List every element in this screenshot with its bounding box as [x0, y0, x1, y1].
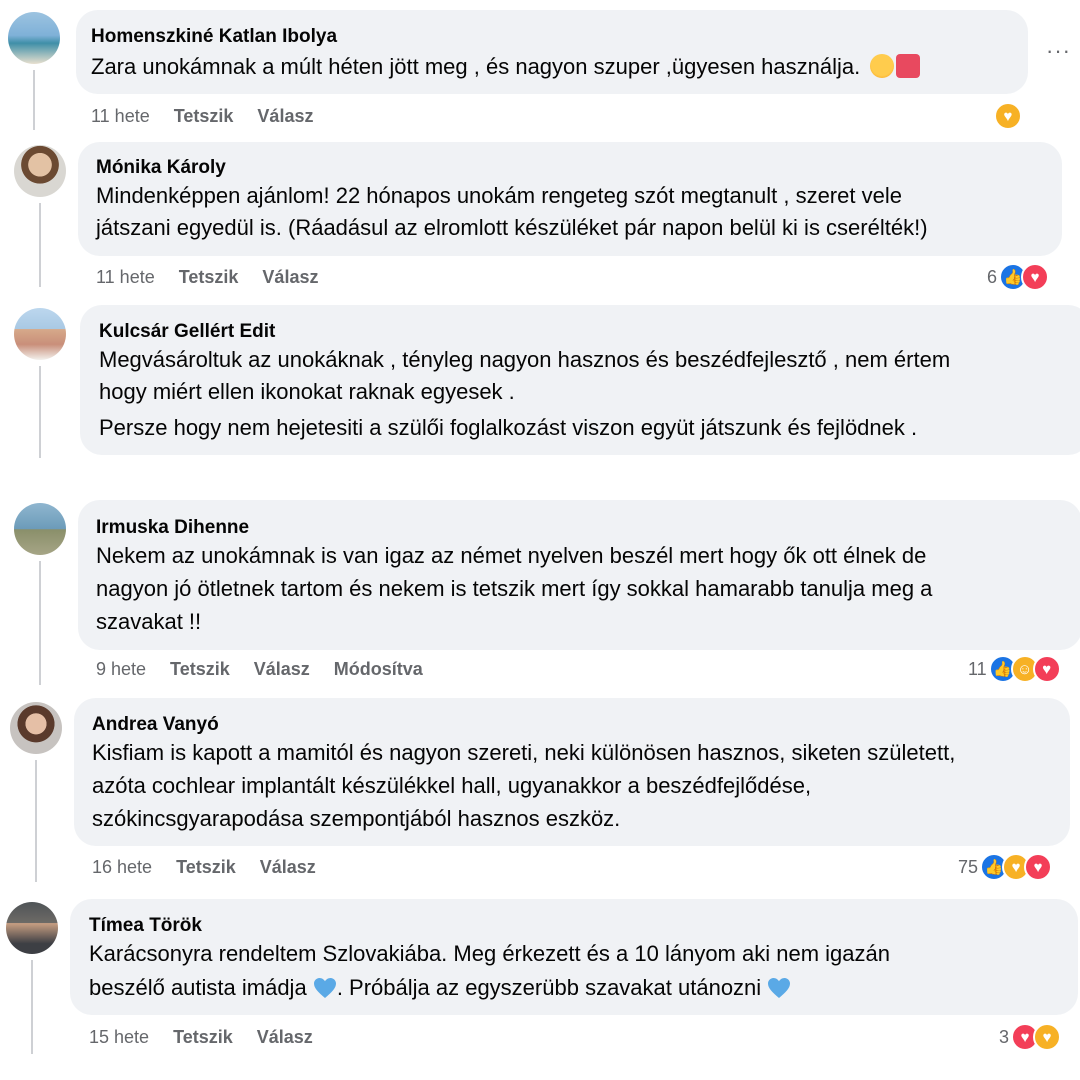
reply-button[interactable]: Válasz	[257, 1027, 313, 1047]
like-button[interactable]: Tetszik	[170, 659, 230, 679]
thread-line	[35, 760, 37, 882]
comment-text-line: Nekem az unokámnak is van igaz az német …	[96, 543, 927, 568]
blue-heart-emoji	[768, 978, 791, 998]
comment-text-line: Mindenképpen ajánlom! 22 hónapos unokám …	[96, 183, 902, 208]
comment-author[interactable]: Tímea Török	[89, 915, 202, 937]
reaction-summary[interactable]: 6 👍 ♥	[987, 262, 1050, 292]
thread-line	[31, 960, 33, 1054]
comment-text: beszélő autista imádja . Próbálja az egy…	[89, 972, 791, 1004]
avatar[interactable]	[14, 503, 66, 555]
blue-heart-emoji	[313, 978, 336, 998]
reaction-summary[interactable]: 11 👍 ☺ ♥	[968, 654, 1061, 684]
like-button[interactable]: Tetszik	[179, 267, 239, 287]
love-reaction-icon: ♥	[1024, 853, 1053, 881]
avatar[interactable]	[14, 145, 66, 197]
care-reaction-icon: ♥	[994, 102, 1022, 130]
avatar[interactable]	[8, 12, 60, 64]
reaction-count: 75	[958, 856, 979, 877]
comment-text-line: Kisfiam is kapott a mamitól és nagyon sz…	[92, 740, 956, 765]
thread-line	[39, 203, 41, 287]
comment-text-line: nagyon jó ötletnek tartom és nekem is te…	[96, 576, 933, 601]
thread-line	[39, 561, 41, 685]
comment-time[interactable]: 9 hete	[96, 659, 146, 679]
comment-text-line: . Próbálja az egyszerübb szavakat utánoz…	[336, 975, 762, 1000]
comment-author[interactable]: Kulcsár Gellért Edit	[99, 321, 275, 343]
comment-text-line: Karácsonyra rendeltem Szlovakiába. Meg é…	[89, 941, 890, 966]
comment-actions: 15 hete Tetszik Válasz	[89, 1027, 337, 1048]
comment-text-line: azóta cochlear implantált készülékkel ha…	[92, 773, 812, 798]
comment-text-line: Zara unokámnak a múlt héten jött meg , é…	[91, 54, 861, 79]
reaction-count: 11	[968, 658, 987, 679]
edited-label[interactable]: Módosítva	[334, 659, 423, 679]
comment-text-line: szókincsgyarapodása szempontjából haszno…	[92, 806, 621, 831]
comment-author[interactable]: Homenszkiné Katlan Ibolya	[91, 26, 337, 48]
reaction-count: 3	[999, 1026, 1010, 1047]
comment-time[interactable]: 11 hete	[91, 106, 150, 126]
like-button[interactable]: Tetszik	[176, 857, 236, 877]
comment-text-line: hogy miért ellen ikonokat raknak egyesek…	[99, 379, 515, 404]
thread-line	[39, 366, 41, 458]
comment-text-line: beszélő autista imádja	[89, 975, 307, 1000]
comment-actions: 11 hete Tetszik Válasz	[96, 267, 342, 288]
avatar[interactable]	[14, 308, 66, 360]
avatar[interactable]	[10, 702, 62, 754]
comment-text-line: Megvásároltuk az unokáknak , tényleg nag…	[99, 347, 951, 372]
reply-button[interactable]: Válasz	[262, 267, 318, 287]
comment-actions: 9 hete Tetszik Válasz Módosítva	[96, 659, 447, 680]
reply-button[interactable]: Válasz	[254, 659, 310, 679]
love-reaction-icon: ♥	[1021, 263, 1050, 291]
reaction-summary[interactable]: 75 👍 ♥ ♥	[958, 852, 1053, 882]
more-options-icon[interactable]: ···	[1046, 38, 1071, 64]
avatar[interactable]	[6, 902, 58, 954]
comment-text-line: Persze hogy nem hejetesiti a szülői fogl…	[99, 415, 918, 440]
like-button[interactable]: Tetszik	[173, 1027, 233, 1047]
comment-author[interactable]: Andrea Vanyó	[92, 714, 219, 736]
comment-time[interactable]: 15 hete	[89, 1027, 149, 1047]
comment-text-line: játszani egyedül is. (Ráadásul az elroml…	[96, 215, 928, 240]
like-button[interactable]: Tetszik	[174, 106, 234, 126]
reaction-summary[interactable]: ♥	[994, 101, 1022, 131]
comment-text-line: szavakat !!	[96, 609, 202, 634]
comment-actions: 11 hete Tetszik Válasz	[91, 106, 337, 127]
reaction-summary[interactable]: 3 ♥ ♥	[999, 1022, 1062, 1052]
care-reaction-icon: ♥	[1033, 1023, 1062, 1051]
smiling-hearts-emoji	[870, 54, 895, 78]
comment-time[interactable]: 16 hete	[92, 857, 152, 877]
comment-author[interactable]: Irmuska Dihenne	[96, 517, 249, 539]
reaction-count: 6	[987, 266, 998, 287]
reply-button[interactable]: Válasz	[260, 857, 316, 877]
thread-line	[33, 70, 35, 130]
comment-text: Zara unokámnak a múlt héten jött meg , é…	[91, 51, 921, 83]
reply-button[interactable]: Válasz	[257, 106, 313, 126]
comment-actions: 16 hete Tetszik Válasz	[92, 857, 340, 878]
comment-author[interactable]: Mónika Károly	[96, 157, 226, 179]
heart-gift-emoji	[896, 54, 921, 78]
comment-time[interactable]: 11 hete	[96, 267, 155, 287]
love-reaction-icon: ♥	[1032, 655, 1061, 683]
